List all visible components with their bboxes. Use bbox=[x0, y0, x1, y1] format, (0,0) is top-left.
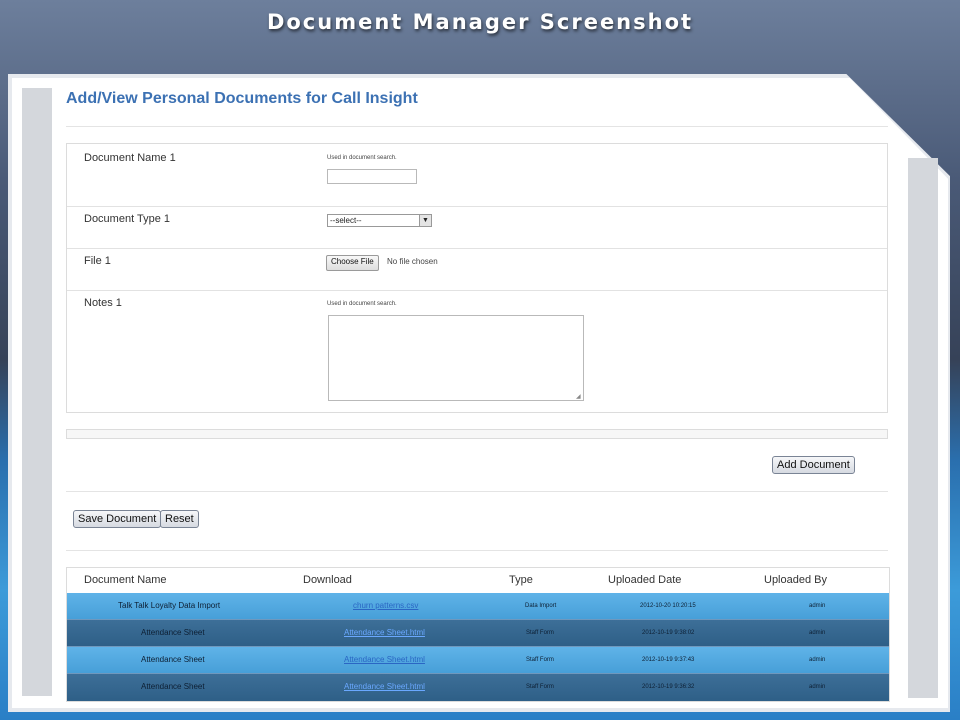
cell-type: Staff Form bbox=[526, 684, 554, 690]
cell-document-name: Attendance Sheet bbox=[141, 655, 205, 664]
document-type-select[interactable]: --select-- ▼ bbox=[327, 214, 432, 227]
cell-uploaded-by: admin bbox=[809, 657, 826, 663]
chevron-down-icon: ▼ bbox=[419, 215, 431, 226]
page-title: Add/View Personal Documents for Call Ins… bbox=[66, 90, 418, 107]
document-type-selected: --select-- bbox=[330, 216, 362, 225]
file-row: File 1 bbox=[67, 248, 887, 291]
file-label: File 1 bbox=[84, 255, 111, 267]
table-header: Document Name Download Type Uploaded Dat… bbox=[67, 568, 889, 593]
table-row[interactable]: Attendance Sheet Attendance Sheet.html S… bbox=[67, 647, 889, 674]
header-type: Type bbox=[509, 574, 533, 586]
cell-download-link[interactable]: Attendance Sheet.html bbox=[344, 628, 425, 637]
choose-file-button[interactable]: Choose File bbox=[326, 255, 379, 271]
document-name-hint: Used in document search. bbox=[327, 155, 397, 161]
cell-document-name: Attendance Sheet bbox=[141, 628, 205, 637]
right-scroll-stripe bbox=[908, 158, 938, 698]
table-row[interactable]: Talk Talk Loyalty Data Import churn patt… bbox=[67, 593, 889, 620]
notes-label: Notes 1 bbox=[84, 297, 122, 309]
left-scroll-stripe bbox=[22, 88, 52, 696]
actions-divider bbox=[66, 491, 888, 492]
document-name-row: Document Name 1 Used in document search. bbox=[67, 144, 887, 207]
document-type-label: Document Type 1 bbox=[84, 213, 171, 225]
document-type-row: Document Type 1 bbox=[67, 206, 887, 249]
documents-table: Document Name Download Type Uploaded Dat… bbox=[66, 567, 890, 702]
form-footer-bar bbox=[66, 429, 888, 439]
file-status-text: No file chosen bbox=[387, 257, 438, 266]
cell-download-link[interactable]: churn patterns.csv bbox=[353, 601, 418, 610]
document-name-label: Document Name 1 bbox=[84, 152, 176, 164]
slide-title: Document Manager Screenshot bbox=[266, 10, 694, 34]
cell-uploaded-by: admin bbox=[809, 630, 826, 636]
cell-uploaded-by: admin bbox=[809, 603, 826, 609]
cell-document-name: Talk Talk Loyalty Data Import bbox=[118, 601, 221, 610]
header-uploaded-date: Uploaded Date bbox=[608, 574, 682, 586]
cell-type: Staff Form bbox=[526, 657, 554, 663]
cell-download-link[interactable]: Attendance Sheet.html bbox=[344, 682, 425, 691]
document-name-input[interactable] bbox=[327, 169, 417, 184]
cell-uploaded-date: 2012-10-20 10:20:15 bbox=[640, 603, 696, 609]
cell-type: Staff Form bbox=[526, 630, 554, 636]
table-row[interactable]: Attendance Sheet Attendance Sheet.html S… bbox=[67, 674, 889, 701]
cell-document-name: Attendance Sheet bbox=[141, 682, 205, 691]
table-row[interactable]: Attendance Sheet Attendance Sheet.html S… bbox=[67, 620, 889, 647]
buttons-divider bbox=[66, 550, 888, 551]
cell-download-link[interactable]: Attendance Sheet.html bbox=[344, 655, 425, 664]
notes-hint: Used in document search. bbox=[327, 301, 397, 307]
document-form: Document Name 1 Used in document search.… bbox=[66, 143, 888, 413]
header-document-name: Document Name bbox=[84, 574, 167, 586]
header-download: Download bbox=[303, 574, 352, 586]
cell-uploaded-date: 2012-10-19 9:38:02 bbox=[642, 630, 695, 636]
notes-textarea[interactable] bbox=[328, 315, 584, 401]
cell-uploaded-by: admin bbox=[809, 684, 826, 690]
reset-button[interactable]: Reset bbox=[160, 510, 199, 528]
cell-uploaded-date: 2012-10-19 9:37:43 bbox=[642, 657, 695, 663]
save-document-button[interactable]: Save Document bbox=[73, 510, 162, 528]
header-uploaded-by: Uploaded By bbox=[764, 574, 827, 586]
heading-divider bbox=[66, 126, 888, 127]
add-document-button[interactable]: Add Document bbox=[772, 456, 855, 474]
cell-type: Data Import bbox=[525, 603, 557, 609]
cell-uploaded-date: 2012-10-19 9:36:32 bbox=[642, 684, 695, 690]
resize-grip-icon[interactable]: ◢ bbox=[576, 393, 886, 412]
